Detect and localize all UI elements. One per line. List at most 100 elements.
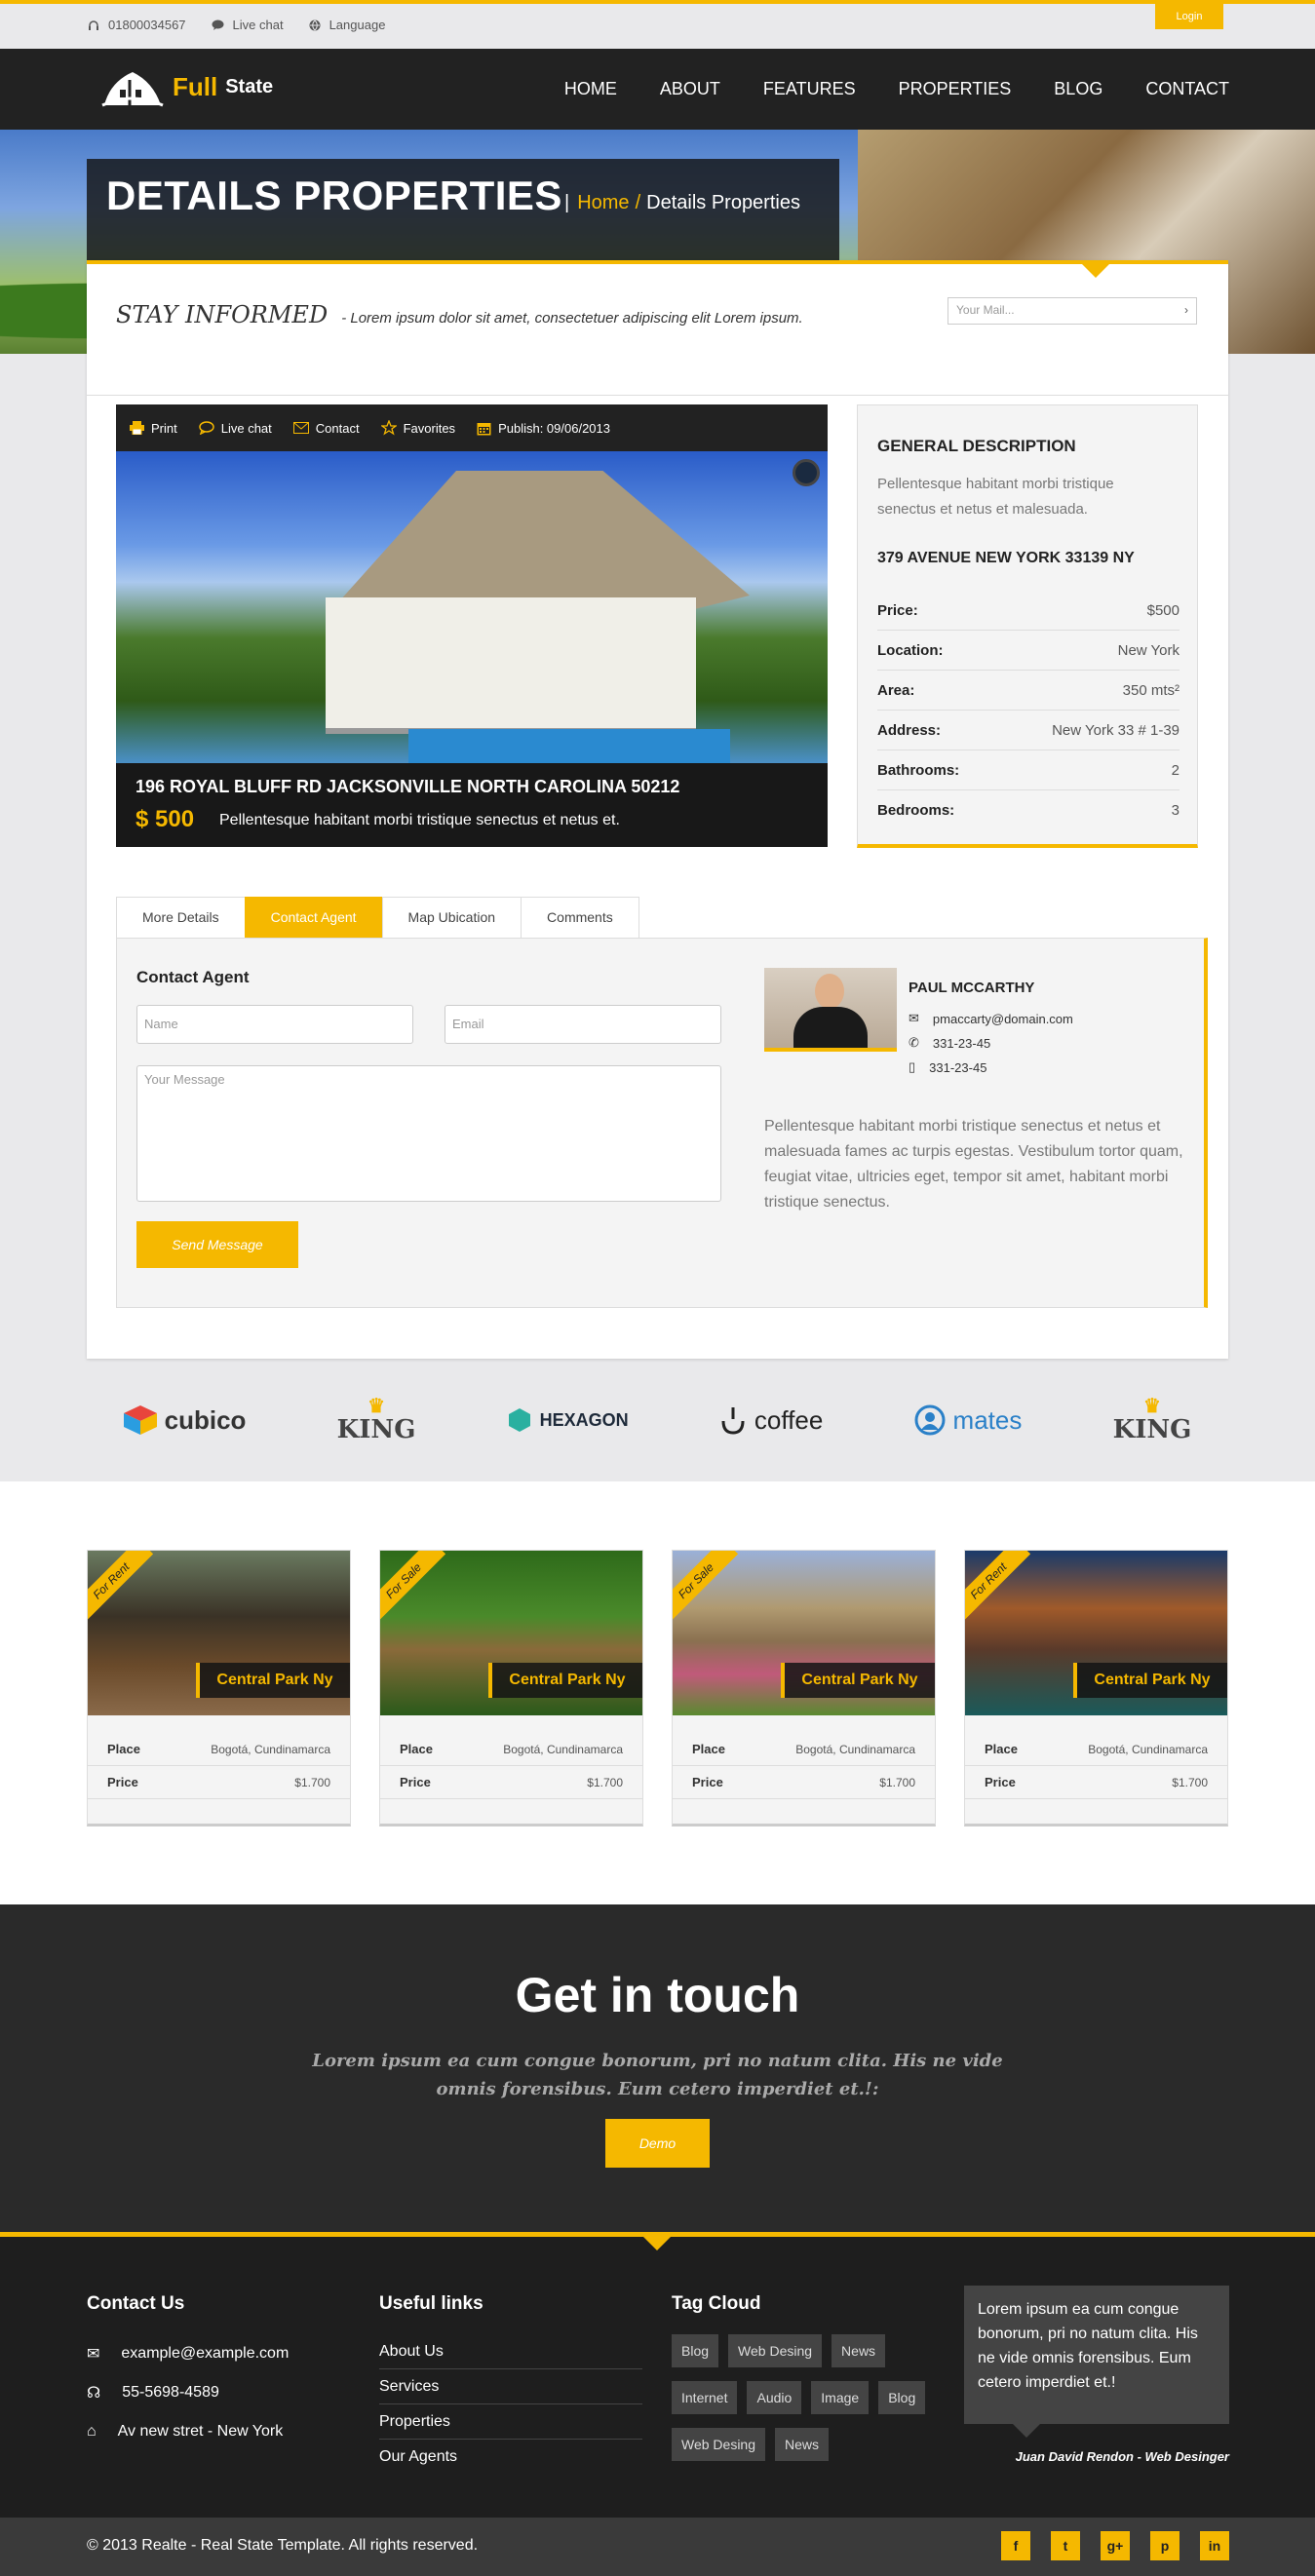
nav-about[interactable]: ABOUT bbox=[660, 79, 720, 99]
main-content-card: STAY INFORMED - Lorem ipsum dolor sit ame… bbox=[87, 260, 1228, 1359]
envelope-icon: ✉ bbox=[909, 1011, 919, 1025]
brand-name: cubico bbox=[164, 1404, 247, 1435]
nav-home[interactable]: HOME bbox=[564, 79, 617, 99]
spec-row-bathrooms: Bathrooms: 2 bbox=[877, 750, 1180, 790]
brand-name: coffee bbox=[754, 1404, 824, 1435]
tab-map-ubication[interactable]: Map Ubication bbox=[381, 897, 522, 938]
agent-email[interactable]: ✉ pmaccarty@domain.com bbox=[909, 1011, 1073, 1026]
footer-links: Useful links About Us Services Propertie… bbox=[379, 2293, 642, 2475]
live-chat-link[interactable]: Live chat bbox=[212, 18, 284, 32]
detail-value: Bogotá, Cundinamarca bbox=[1088, 1743, 1208, 1756]
detail-key: Price bbox=[107, 1775, 138, 1789]
favorites-label: Favorites bbox=[403, 420, 456, 436]
brand-logo-king[interactable]: ♛ KING bbox=[337, 1396, 416, 1444]
brand-logo-mates[interactable]: mates bbox=[914, 1404, 1022, 1436]
tag-item[interactable]: Audio bbox=[747, 2381, 802, 2414]
contact-agent-title: Contact Agent bbox=[136, 968, 250, 986]
property-card[interactable]: For Sale Central Park Ny Place Bogotá, Cu… bbox=[672, 1550, 936, 1826]
publish-date-label: Publish: 09/06/2013 bbox=[498, 420, 610, 436]
stay-informed: STAY INFORMED - Lorem ipsum dolor sit ame… bbox=[116, 297, 818, 336]
main-menu: HOME ABOUT FEATURES PROPERTIES BLOG CONT… bbox=[564, 49, 1229, 130]
detail-value: $1.700 bbox=[294, 1776, 330, 1789]
nav-contact[interactable]: CONTACT bbox=[1145, 79, 1229, 99]
breadcrumb-home[interactable]: Home bbox=[577, 192, 629, 213]
footer-email-text: example@example.com bbox=[121, 2345, 290, 2362]
print-button[interactable]: Print bbox=[130, 421, 177, 436]
phone-icon: ✆ bbox=[909, 1035, 919, 1050]
property-card[interactable]: For Rent Central Park Ny Place Bogotá, Cu… bbox=[87, 1550, 351, 1826]
footer-contact-title: Contact Us bbox=[87, 2293, 185, 2314]
tab-comments[interactable]: Comments bbox=[521, 897, 639, 938]
tab-contact-agent[interactable]: Contact Agent bbox=[244, 897, 383, 938]
detail-value: $1.700 bbox=[1172, 1776, 1208, 1789]
property-card[interactable]: For Rent Central Park Ny Place Bogotá, Cu… bbox=[964, 1550, 1228, 1826]
property-card[interactable]: For Sale Central Park Ny Place Bogotá, Cu… bbox=[379, 1550, 643, 1826]
spec-row-bedrooms: Bedrooms: 3 bbox=[877, 790, 1180, 830]
newsletter-placeholder: Your Mail... bbox=[956, 303, 1015, 317]
spec-key: Location: bbox=[877, 642, 944, 659]
detail-key: Place bbox=[400, 1742, 433, 1756]
footer-link-services[interactable]: Services bbox=[379, 2369, 642, 2404]
tag-item[interactable]: Web Desing bbox=[728, 2334, 823, 2367]
linkedin-icon[interactable]: in bbox=[1200, 2531, 1229, 2560]
chevron-right-icon[interactable]: › bbox=[1184, 303, 1188, 317]
tag-item[interactable]: News bbox=[775, 2428, 830, 2461]
demo-button[interactable]: Demo bbox=[605, 2119, 710, 2168]
message-field[interactable]: Your Message bbox=[136, 1065, 721, 1202]
property-short-desc: Pellentesque habitant morbi tristique se… bbox=[219, 812, 620, 828]
favorites-button[interactable]: Favorites bbox=[380, 420, 456, 436]
footer-link-agents[interactable]: Our Agents bbox=[379, 2440, 642, 2475]
newsletter-email-input[interactable]: Your Mail... › bbox=[948, 297, 1197, 325]
crown-icon: ♛ bbox=[1142, 1394, 1161, 1417]
top-bar: 01800034567 Live chat Language Login bbox=[0, 0, 1315, 49]
phone-number: 01800034567 bbox=[108, 18, 186, 32]
email-field[interactable]: Email bbox=[445, 1005, 721, 1044]
google-plus-icon[interactable]: g+ bbox=[1101, 2531, 1130, 2560]
footer-tags: Tag Cloud Blog Web Desing News Internet … bbox=[672, 2293, 935, 2465]
brand-logo-coffee[interactable]: coffee bbox=[719, 1405, 823, 1436]
property-caption: 196 ROYAL BLUFF RD JACKSONVILLE NORTH CA… bbox=[116, 763, 828, 847]
phone-info: 01800034567 bbox=[88, 18, 186, 32]
footer-email[interactable]: ✉ example@example.com bbox=[87, 2334, 289, 2373]
language-selector[interactable]: Language bbox=[309, 18, 386, 32]
breadcrumb-current: Details Properties bbox=[646, 192, 800, 213]
agent-phone: ✆ 331-23-45 bbox=[909, 1035, 990, 1051]
chat-bubble-icon bbox=[198, 421, 214, 435]
tag-item[interactable]: Blog bbox=[672, 2334, 719, 2367]
footer-link-properties[interactable]: Properties bbox=[379, 2404, 642, 2440]
twitter-icon[interactable]: t bbox=[1051, 2531, 1080, 2560]
live-chat-button[interactable]: Live chat bbox=[198, 421, 272, 436]
cube-icon bbox=[123, 1405, 157, 1435]
footer-address: ⌂ Av new stret - New York bbox=[87, 2412, 289, 2451]
live-chat-label: Live chat bbox=[232, 18, 284, 32]
nav-properties[interactable]: PROPERTIES bbox=[899, 79, 1012, 99]
footer-accent-triangle bbox=[643, 2237, 671, 2250]
spec-value: $500 bbox=[1146, 602, 1180, 619]
detail-key: Place bbox=[107, 1742, 140, 1756]
contact-agent-pane: Contact Agent Name Email Your Message Se… bbox=[116, 938, 1208, 1308]
facebook-icon[interactable]: f bbox=[1001, 2531, 1030, 2560]
tag-item[interactable]: Web Desing bbox=[672, 2428, 766, 2461]
contact-button[interactable]: Contact bbox=[292, 421, 360, 436]
site-logo[interactable]: Full State bbox=[100, 62, 273, 111]
footer-link-about[interactable]: About Us bbox=[379, 2334, 642, 2369]
property-main-image[interactable] bbox=[116, 451, 828, 763]
tag-item[interactable]: Image bbox=[811, 2381, 870, 2414]
name-field[interactable]: Name bbox=[136, 1005, 413, 1044]
brand-logo-king-2[interactable]: ♛ KING bbox=[1113, 1396, 1192, 1444]
nav-blog[interactable]: BLOG bbox=[1054, 79, 1102, 99]
login-button[interactable]: Login bbox=[1155, 4, 1223, 29]
divider bbox=[87, 395, 1228, 396]
tab-more-details[interactable]: More Details bbox=[116, 897, 246, 938]
send-message-button[interactable]: Send Message bbox=[136, 1221, 298, 1268]
tag-item[interactable]: Blog bbox=[878, 2381, 926, 2414]
brand-logo-cubico[interactable]: cubico bbox=[123, 1404, 247, 1436]
tag-item[interactable]: News bbox=[832, 2334, 886, 2367]
brand-logo-hexagon[interactable]: HEXAGON bbox=[507, 1407, 629, 1433]
nav-features[interactable]: FEATURES bbox=[763, 79, 856, 99]
pinterest-icon[interactable]: p bbox=[1150, 2531, 1180, 2560]
envelope-icon bbox=[292, 422, 309, 434]
spec-value: 3 bbox=[1171, 802, 1180, 819]
tag-item[interactable]: Internet bbox=[672, 2381, 738, 2414]
language-label: Language bbox=[329, 18, 386, 32]
